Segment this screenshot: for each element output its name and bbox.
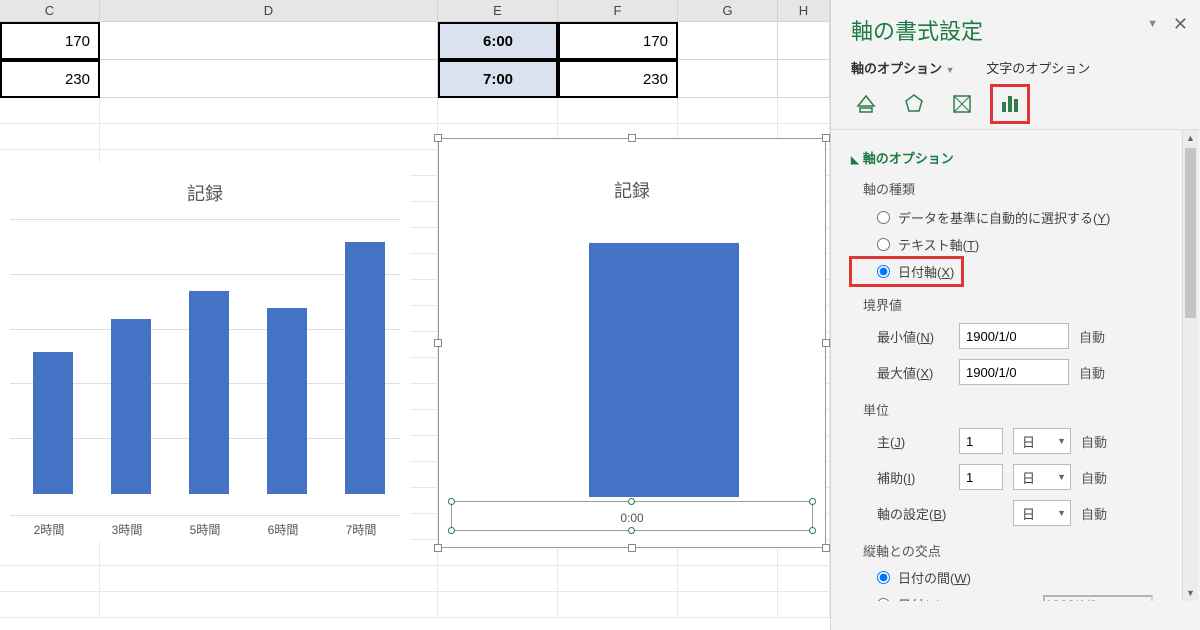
radio-date-axis[interactable]: 日付軸(X) — [851, 258, 962, 285]
scroll-down-icon[interactable]: ▼ — [1183, 585, 1198, 601]
size-icon[interactable] — [947, 89, 977, 119]
axis-setting-auto-label: 自動 — [1081, 504, 1107, 523]
chart-left-bar[interactable] — [345, 242, 385, 494]
tab-axis-options[interactable]: 軸のオプション ▼ — [851, 61, 969, 76]
radio-crosses-between[interactable]: 日付の間(W) — [851, 564, 1200, 591]
min-auto-label: 自動 — [1079, 327, 1105, 346]
panel-dropdown-icon[interactable]: ▼ — [1147, 18, 1158, 30]
col-header-c[interactable]: C — [0, 0, 100, 21]
section-axis-options[interactable]: ◣軸のオプション — [851, 138, 1200, 173]
chart-left-bar[interactable] — [267, 308, 307, 494]
chart-right-xlabel: 0:00 — [439, 511, 825, 525]
chart-left-bar[interactable] — [33, 352, 73, 494]
chart-left-bar[interactable] — [111, 319, 151, 494]
cell-d-1[interactable] — [100, 22, 438, 60]
axis-setting-combo[interactable]: 日▼ — [1013, 500, 1071, 526]
max-input[interactable] — [959, 359, 1069, 385]
col-header-h[interactable]: H — [778, 0, 830, 21]
cell-g-1[interactable] — [678, 22, 778, 60]
resize-handle[interactable] — [434, 544, 442, 552]
scroll-up-icon[interactable]: ▲ — [1183, 130, 1198, 146]
col-header-e[interactable]: E — [438, 0, 558, 21]
cell-c-2[interactable]: 230 — [0, 60, 100, 98]
cell-h-1[interactable] — [778, 22, 830, 60]
resize-handle[interactable] — [434, 134, 442, 142]
col-header-d[interactable]: D — [100, 0, 438, 21]
chart-left-title: 記録 — [0, 180, 410, 206]
format-axis-panel: 軸の書式設定 ▼ ✕ 軸のオプション ▼ 文字のオプション ▲ — [830, 0, 1200, 630]
resize-handle[interactable] — [822, 339, 830, 347]
scrollbar[interactable]: ▲ ▼ — [1182, 130, 1198, 601]
effects-icon[interactable] — [899, 89, 929, 119]
min-label: 最小値(N) — [877, 327, 949, 346]
minor-input[interactable] — [959, 464, 1003, 490]
axis-setting-label: 軸の設定(B) — [877, 504, 949, 523]
minor-label: 補助(I) — [877, 468, 949, 487]
axis-options-icon[interactable] — [995, 89, 1025, 119]
max-auto-label: 自動 — [1079, 363, 1105, 382]
resize-handle[interactable] — [434, 339, 442, 347]
cell-g-2[interactable] — [678, 60, 778, 98]
cell-f-2[interactable]: 230 — [558, 60, 678, 98]
chart-left-xlabels: 2時間 3時間 5時間 6時間 7時間 — [10, 521, 400, 538]
bounds-label: 境界値 — [851, 285, 1200, 318]
minor-auto-label: 自動 — [1081, 468, 1107, 487]
resize-handle[interactable] — [822, 134, 830, 142]
major-auto-label: 自動 — [1081, 432, 1107, 451]
chart-right-title[interactable]: 記録 — [439, 177, 825, 203]
resize-handle[interactable] — [628, 134, 636, 142]
fill-line-icon[interactable] — [851, 89, 881, 119]
col-header-g[interactable]: G — [678, 0, 778, 21]
cell-e-2[interactable]: 7:00 — [438, 60, 558, 98]
radio-text-axis[interactable]: テキスト軸(T) — [851, 231, 1200, 258]
major-label: 主(J) — [877, 432, 949, 451]
panel-title: 軸の書式設定 — [831, 0, 1200, 52]
crosses-date-input — [1043, 595, 1153, 601]
radio-auto-select[interactable]: データを基準に自動的に選択する(Y) — [851, 204, 1200, 231]
major-input[interactable] — [959, 428, 1003, 454]
axis-type-label: 軸の種類 — [851, 173, 1200, 204]
crosses-label: 縦軸との交点 — [851, 531, 1200, 564]
min-input[interactable] — [959, 323, 1069, 349]
cell-h-2[interactable] — [778, 60, 830, 98]
cell-c-1[interactable]: 170 — [0, 22, 100, 60]
max-label: 最大値(X) — [877, 363, 949, 382]
col-header-f[interactable]: F — [558, 0, 678, 21]
chart-right-bar[interactable] — [589, 243, 739, 497]
chart-right[interactable]: 記録 0:00 — [438, 138, 826, 548]
close-icon[interactable]: ✕ — [1173, 14, 1188, 35]
tab-text-options[interactable]: 文字のオプション — [986, 61, 1090, 76]
cell-d-2[interactable] — [100, 60, 438, 98]
cell-f-1[interactable]: 170 — [558, 22, 678, 60]
radio-crosses-date[interactable]: 日付(E) — [877, 595, 941, 601]
chart-left-bar[interactable] — [189, 291, 229, 494]
scroll-thumb[interactable] — [1185, 148, 1196, 318]
resize-handle[interactable] — [628, 544, 636, 552]
major-unit-combo[interactable]: 日▼ — [1013, 428, 1071, 454]
chart-left[interactable]: 記録 2時間 3時間 5時間 — [0, 162, 410, 542]
cell-e-1[interactable]: 6:00 — [438, 22, 558, 60]
unit-label: 単位 — [851, 390, 1200, 423]
resize-handle[interactable] — [822, 544, 830, 552]
minor-unit-combo[interactable]: 日▼ — [1013, 464, 1071, 490]
